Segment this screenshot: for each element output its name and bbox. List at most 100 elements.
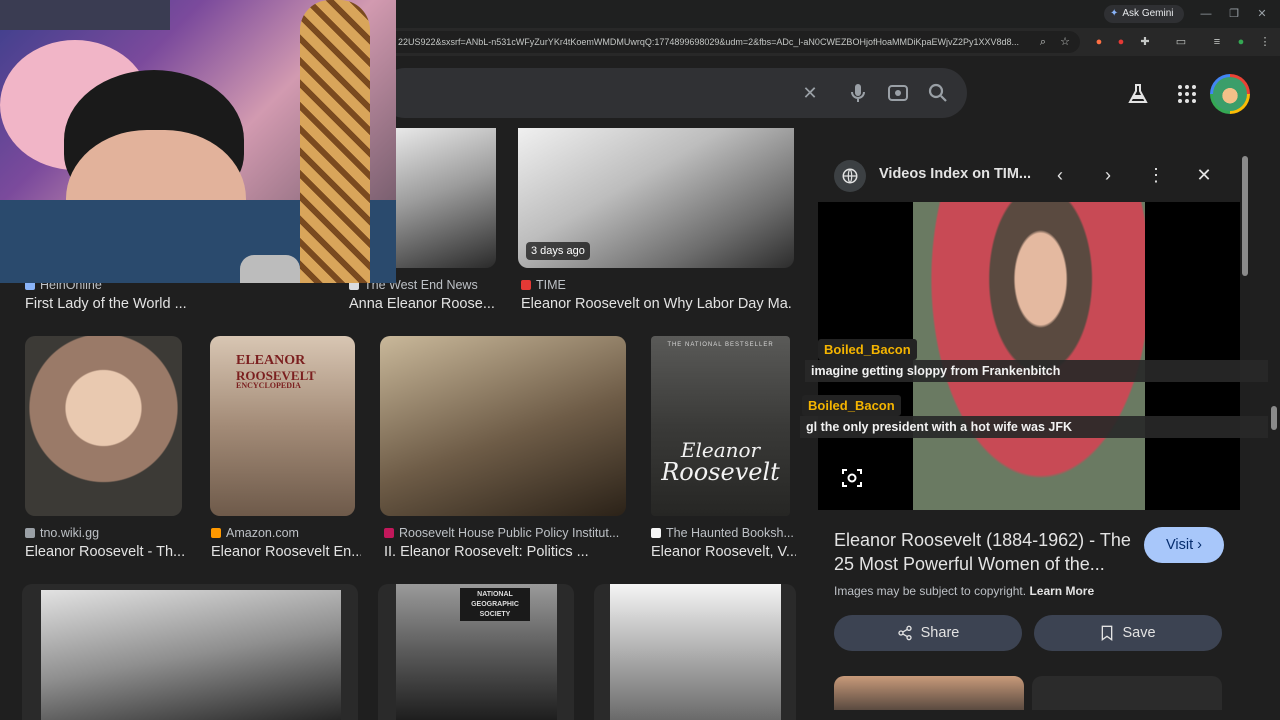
result-title[interactable]: First Lady of the World ... bbox=[25, 296, 195, 312]
restore-icon[interactable]: ❐ bbox=[1220, 4, 1248, 24]
preview-image bbox=[913, 202, 1145, 510]
cover-line: ELEANOR bbox=[236, 353, 306, 368]
result-card[interactable]: NATIONAL GEOGRAPHIC SOCIETY bbox=[378, 584, 574, 720]
source-favicon-icon bbox=[651, 528, 661, 538]
shelf bbox=[0, 0, 170, 30]
result-source[interactable]: TIME bbox=[521, 278, 791, 292]
related-image[interactable] bbox=[1032, 676, 1222, 710]
save-label: Save bbox=[1122, 625, 1156, 641]
panel-scroll-thumb[interactable] bbox=[1242, 156, 1248, 276]
result-image[interactable] bbox=[396, 128, 496, 268]
cover-line: ROOSEVELT bbox=[236, 367, 316, 383]
page-scroll-thumb[interactable] bbox=[1271, 406, 1277, 430]
url-text: 22US922&sxsrf=ANbL-n531cWFyZurYKr4tKoemW… bbox=[398, 37, 1019, 47]
gemini-sparkle-icon: ✦ bbox=[1110, 8, 1119, 19]
book-title-line: Eleanor bbox=[680, 438, 761, 462]
result-source[interactable]: Amazon.com bbox=[211, 526, 361, 540]
encyclopedia-cover-text: ELEANOR ROOSEVELT ENCYCLOPEDIA bbox=[236, 353, 316, 391]
result-title[interactable]: Eleanor Roosevelt - Th... bbox=[25, 544, 185, 560]
related-image[interactable] bbox=[834, 676, 1024, 710]
share-label: Share bbox=[920, 625, 960, 641]
learn-more-link[interactable]: Learn More bbox=[1029, 584, 1094, 598]
save-button[interactable]: Save bbox=[1034, 615, 1222, 651]
result-image[interactable] bbox=[380, 336, 626, 516]
more-options-icon[interactable]: ⋮ bbox=[1142, 161, 1170, 189]
clear-search-icon[interactable]: ✕ bbox=[798, 81, 822, 105]
source-label: tno.wiki.gg bbox=[40, 526, 100, 540]
microphone bbox=[240, 255, 300, 283]
result-title[interactable]: Eleanor Roosevelt on Why Labor Day Ma... bbox=[521, 296, 791, 312]
result-source[interactable]: tno.wiki.gg bbox=[25, 526, 185, 540]
source-label: Amazon.com bbox=[226, 526, 299, 540]
reading-list-icon[interactable]: ≡ bbox=[1208, 33, 1226, 51]
lens-search-icon[interactable] bbox=[840, 466, 864, 490]
close-window-icon[interactable]: ✕ bbox=[1248, 4, 1276, 24]
cover-line: ENCYCLOPEDIA bbox=[236, 381, 301, 391]
address-bar[interactable]: 22US922&sxsrf=ANbL-n531cWFyZurYKr4tKoemW… bbox=[380, 31, 1080, 53]
profile-icon[interactable]: ● bbox=[1232, 33, 1250, 51]
source-label: Roosevelt House Public Policy Institut..… bbox=[399, 526, 620, 540]
zoom-icon[interactable]: ⌕ bbox=[1034, 33, 1052, 51]
previous-icon[interactable]: ‹ bbox=[1046, 161, 1074, 189]
chat-username: Boiled_Bacon bbox=[818, 339, 917, 360]
account-avatar[interactable] bbox=[1210, 74, 1250, 114]
page-scrollbar[interactable] bbox=[1268, 56, 1280, 720]
google-apps-icon[interactable] bbox=[1175, 82, 1199, 106]
result-image bbox=[610, 584, 781, 720]
book-title-script: Eleanor Roosevelt bbox=[651, 440, 790, 484]
globe-icon bbox=[834, 160, 866, 192]
source-favicon-icon bbox=[521, 280, 531, 290]
bookmark-icon bbox=[1102, 625, 1113, 641]
browser-menu-icon[interactable]: ⋮ bbox=[1256, 33, 1274, 51]
giraffe-plush bbox=[300, 0, 370, 283]
result-image[interactable]: ELEANOR ROOSEVELT ENCYCLOPEDIA bbox=[210, 336, 355, 516]
chat-username: Boiled_Bacon bbox=[802, 395, 901, 416]
result-image[interactable] bbox=[25, 336, 182, 516]
result-title[interactable]: Anna Eleanor Roose... bbox=[349, 296, 499, 312]
lens-search-icon[interactable] bbox=[886, 81, 910, 105]
national-geographic-sign: NATIONAL GEOGRAPHIC SOCIETY bbox=[460, 588, 530, 622]
copyright-notice: Images may be subject to copyright. Lear… bbox=[834, 584, 1094, 598]
source-favicon-icon bbox=[384, 528, 394, 538]
bookmark-star-icon[interactable]: ☆ bbox=[1056, 33, 1074, 51]
share-icon bbox=[897, 625, 912, 641]
next-icon[interactable]: › bbox=[1094, 161, 1122, 189]
close-panel-icon[interactable]: ✕ bbox=[1190, 161, 1218, 189]
result-source[interactable]: The Haunted Booksh... bbox=[651, 526, 796, 540]
labs-flask-icon[interactable] bbox=[1126, 82, 1150, 106]
source-label: TIME bbox=[536, 278, 566, 292]
extension-red-icon[interactable]: ● bbox=[1112, 33, 1130, 51]
search-input[interactable] bbox=[380, 68, 967, 118]
visit-label: Visit bbox=[1166, 537, 1194, 553]
result-image: NATIONAL GEOGRAPHIC SOCIETY bbox=[396, 584, 557, 720]
result-title[interactable]: II. Eleanor Roosevelt: Politics ... bbox=[384, 544, 624, 560]
chat-message: gl the only president with a hot wife wa… bbox=[800, 416, 1280, 438]
result-card[interactable] bbox=[22, 584, 358, 720]
visit-button[interactable]: Visit › bbox=[1144, 527, 1224, 563]
extension-fox-icon[interactable]: ● bbox=[1090, 33, 1108, 51]
chat-message: imagine getting sloppy from Frankenbitch bbox=[805, 360, 1280, 382]
streamer-webcam-overlay bbox=[0, 0, 396, 283]
source-favicon-icon bbox=[211, 528, 221, 538]
extensions-puzzle-icon[interactable]: ✚ bbox=[1136, 33, 1154, 51]
result-title[interactable]: Eleanor Roosevelt, V... bbox=[651, 544, 796, 560]
search-icon[interactable] bbox=[926, 81, 950, 105]
result-source[interactable]: Roosevelt House Public Policy Institut..… bbox=[384, 526, 624, 540]
voice-search-icon[interactable] bbox=[846, 81, 870, 105]
cast-icon[interactable]: ▭ bbox=[1172, 33, 1190, 51]
chevron-right-icon: › bbox=[1197, 537, 1202, 553]
date-badge: 3 days ago bbox=[526, 242, 590, 260]
panel-source-title[interactable]: Videos Index on TIM... bbox=[879, 166, 1031, 182]
minimize-icon[interactable]: — bbox=[1192, 4, 1220, 24]
ask-gemini-button[interactable]: ✦ Ask Gemini bbox=[1104, 5, 1184, 23]
ask-gemini-label: Ask Gemini bbox=[1122, 8, 1174, 19]
book-top-text: THE NATIONAL BESTSELLER bbox=[667, 342, 774, 348]
result-card[interactable] bbox=[594, 584, 796, 720]
result-image[interactable]: THE NATIONAL BESTSELLER Eleanor Roosevel… bbox=[651, 336, 790, 516]
panel-image-title[interactable]: Eleanor Roosevelt (1884-1962) - The 25 M… bbox=[834, 528, 1144, 576]
copyright-text: Images may be subject to copyright. bbox=[834, 584, 1027, 598]
result-title[interactable]: Eleanor Roosevelt En... bbox=[211, 544, 361, 560]
book-title-line: Roosevelt bbox=[661, 458, 780, 486]
panel-scrollbar[interactable] bbox=[1241, 150, 1249, 710]
share-button[interactable]: Share bbox=[834, 615, 1022, 651]
